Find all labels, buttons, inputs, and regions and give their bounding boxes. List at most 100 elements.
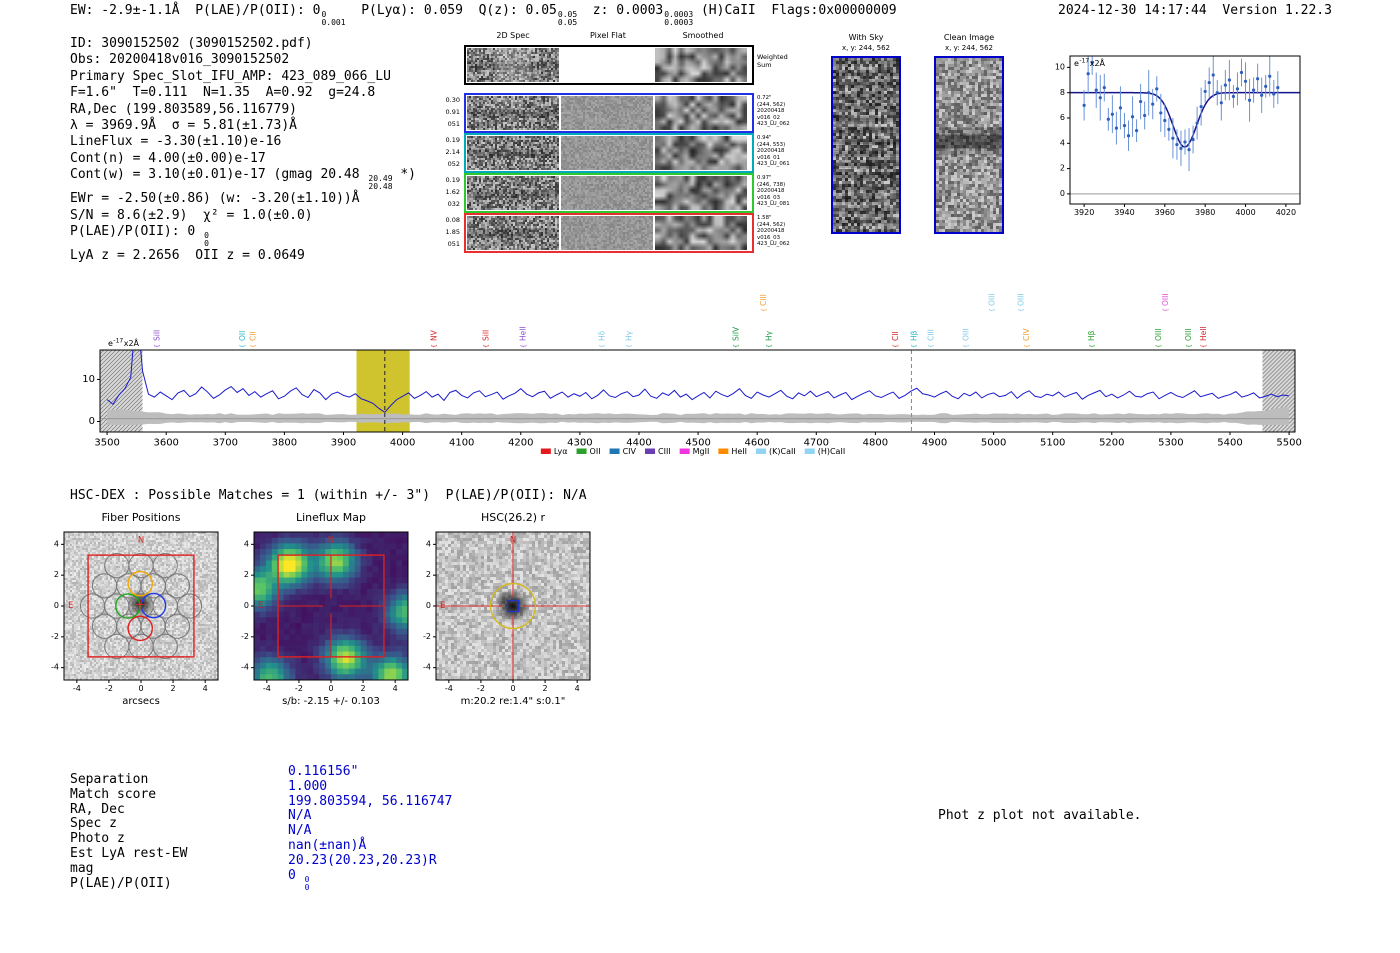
annotation-line: 0.72" xyxy=(757,95,772,101)
header-line: EW: -2.9±-1.1Å P(LAE)/P(OII): 0 0 0.001 P(… xyxy=(70,3,897,27)
lineflux-map-xlabel: s/b: -2.15 +/- 0.103 xyxy=(282,696,380,707)
info-line: EWr = -2.50(±0.86) (w: -3.20(±1.10))Å xyxy=(70,191,416,207)
spec2d-cell-image xyxy=(561,48,653,82)
match-table-labels: Separation Match score RA, Dec Spec z Photo … xyxy=(70,772,187,891)
weight-value: 0.08 xyxy=(445,216,460,224)
annotation-line: 0.97" xyxy=(757,175,772,181)
weight-value: 1.85 xyxy=(445,228,460,237)
annotation-line: (244, 562) xyxy=(757,101,786,108)
text-segment: *) xyxy=(392,167,416,183)
weight-value: 051 xyxy=(447,120,460,129)
full-spectrum-plot xyxy=(80,262,1315,467)
text-segment: P(LAE)/P(OII): 0 xyxy=(70,224,204,240)
table-row-value: 1.000 xyxy=(288,779,452,795)
col-header-pixelflat: Pixel Flat xyxy=(590,31,626,40)
text-segment: nan(±nan)Å xyxy=(288,837,367,853)
spec2d-cell-image xyxy=(655,136,747,170)
annotation-line: Weighted xyxy=(757,53,788,61)
sup-sub-stack: 0.0003 0.0003 xyxy=(664,11,693,27)
lineflux-map-title: Lineflux Map xyxy=(295,511,367,524)
header-metrics: EW: -2.9±-1.1Å P(LAE)/P(OII): 0 0 0.001 P(… xyxy=(70,3,897,27)
info-line: Cont(w) = 3.10(±0.01)e-17 (gmag 20.48 20… xyxy=(70,167,416,191)
annotation-line: 20200418 xyxy=(757,108,785,115)
spec2d-cell-image xyxy=(467,96,559,130)
table-row-label: mag xyxy=(70,860,94,876)
hsc-cutout-title: HSC(26.2) r xyxy=(480,511,546,524)
spec2d-cell-image xyxy=(655,176,747,210)
annotation-line: v016_03 xyxy=(757,194,781,201)
table-row-value: 0.116156" xyxy=(288,764,452,780)
text-segment: (H)CaII Flags:0x00000009 xyxy=(693,3,897,18)
text-segment: Primary Spec_Slot_IFU_AMP: 423_089_066_L… xyxy=(70,68,391,84)
table-row-value: N/A xyxy=(288,823,452,839)
annotation-line: 20200418 xyxy=(757,148,785,155)
spec2d-cell-image xyxy=(655,216,747,250)
annotation-line: 0.94" xyxy=(757,135,772,141)
spec2d-cell-image xyxy=(561,136,653,170)
annotation-line: 20200418 xyxy=(757,188,785,195)
spec2d-row-annotation: 1.58" (244, 562) 20200418 v016_03 423_LU_062 xyxy=(757,215,817,248)
weight-value: 0.19 xyxy=(445,176,460,184)
text-segment: Cont(n) = 4.00(±0.00)e-17 xyxy=(70,150,266,166)
annotation-line: v016_03 xyxy=(757,234,781,241)
weight-value: 2.14 xyxy=(445,148,460,157)
weight-value: 052 xyxy=(447,160,460,169)
annotation-line: v016_02 xyxy=(757,114,781,121)
table-row-label: RA, Dec xyxy=(70,801,125,817)
spec2d-cell-image xyxy=(561,176,653,210)
spec2d-row xyxy=(464,213,754,253)
table-row-value: 0 00 xyxy=(288,868,452,892)
table-row-label: Photo z xyxy=(70,831,125,847)
text-segment: z: 0.0003 xyxy=(577,3,664,18)
annotation-line: (244, 562) xyxy=(757,221,786,228)
sup-sub-stack: 00 xyxy=(204,232,209,248)
table-row-value: 20.23(20.23,20.23)R xyxy=(288,852,452,869)
col-header-2dspec: 2D Spec xyxy=(496,31,530,40)
spec2d-row-annotation: 0.97" (246, 738) 20200418 v016_03 423_LU_081 xyxy=(757,175,817,208)
fiber-positions-panel xyxy=(34,526,224,698)
weight-value: 0.91 xyxy=(445,108,460,117)
annotation-line: (244, 553) xyxy=(757,141,786,148)
table-row-label: Separation xyxy=(70,772,149,787)
sup-sub-stack: 00 xyxy=(304,875,310,892)
spec2d-row xyxy=(464,45,754,85)
header-meta: 2024-12-30 14:17:44 Version 1.22.3 xyxy=(1058,3,1332,18)
text-segment: P(Lyα): 0.059 Q(z): 0.05 xyxy=(345,3,557,18)
spec2d-row xyxy=(464,133,754,173)
clean-title: Clean Image xyxy=(943,33,995,42)
lineflux-map-panel xyxy=(224,526,414,698)
info-line: Obs: 20200418v016_3090152502 xyxy=(70,52,416,68)
info-line: LineFlux = -3.30(±1.10)e-16 xyxy=(70,134,416,150)
text-segment: 20.23(20.23,20.23)R xyxy=(288,852,437,868)
header-spacer xyxy=(1207,3,1223,18)
annotation-line: 423_LU_081 xyxy=(757,201,790,208)
info-line: Primary Spec_Slot_IFU_AMP: 423_089_066_L… xyxy=(70,69,416,85)
text-segment: EW: -2.9±-1.1Å P(LAE)/P(OII): 0 xyxy=(70,3,321,18)
weight-value: 032 xyxy=(447,200,460,209)
spec2d-row xyxy=(464,93,754,133)
annotation-line: 423_LU_061 xyxy=(757,161,790,168)
spec2d-row-annotation: 0.94" (244, 553) 20200418 v016_01 423_LU_061 xyxy=(757,135,817,168)
spec2d-row-annotation: Weighted Sum xyxy=(757,53,817,69)
report-version: Version 1.22.3 xyxy=(1222,3,1332,18)
text-segment: S/N = 8.6(±2.9) χ² = 1.0(±0.0) xyxy=(70,207,313,223)
spec2d-cell-image xyxy=(655,96,747,130)
info-line: S/N = 8.6(±2.9) χ² = 1.0(±0.0) xyxy=(70,208,416,224)
spec2d-cell-image xyxy=(467,48,559,82)
text-segment: LyA z = 2.2656 OII z = 0.0649 xyxy=(70,248,305,264)
withsky-image xyxy=(831,56,901,234)
sup-sub-stack: 0 0.001 xyxy=(321,11,345,27)
info-line: ID: 3090152502 (3090152502.pdf) xyxy=(70,36,416,52)
text-segment: EWr = -2.50(±0.86) (w: -3.20(±1.10))Å xyxy=(70,191,360,207)
text-segment: N/A xyxy=(288,823,312,839)
spec2d-row-annotation: 0.72" (244, 562) 20200418 v016_02 423_LU_062 xyxy=(757,95,817,128)
annotation-line: (246, 738) xyxy=(757,181,786,188)
spec2d-row-weights: 0.19 1.62 032 xyxy=(432,174,460,211)
text-segment: 199.803594, 56.116747 xyxy=(288,793,453,809)
spec2d-cell-image xyxy=(655,48,747,82)
info-line: λ = 3969.9Å σ = 5.81(±1.73)Å xyxy=(70,118,416,134)
text-segment: 0.116156" xyxy=(288,764,359,779)
subscript: 0 xyxy=(304,882,310,892)
emission-line-fit-plot xyxy=(1036,46,1308,226)
info-block: ID: 3090152502 (3090152502.pdf) Obs: 2020… xyxy=(70,36,416,264)
